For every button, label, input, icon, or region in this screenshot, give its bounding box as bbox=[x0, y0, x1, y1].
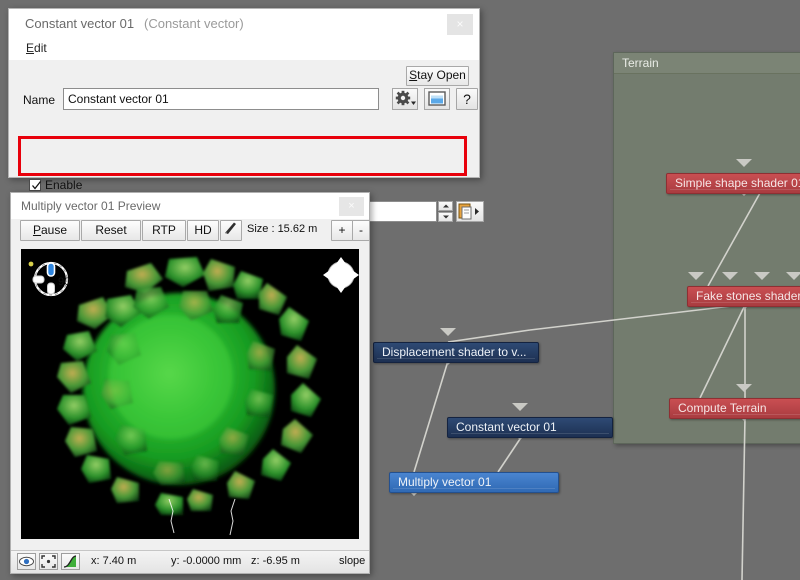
name-input[interactable] bbox=[63, 88, 379, 110]
preview-size-label: Size : 15.62 m bbox=[247, 223, 318, 235]
node-label: Compute Terrain bbox=[678, 401, 767, 415]
brush-button[interactable] bbox=[220, 220, 242, 241]
menu-item-edit[interactable]: Edit bbox=[23, 39, 50, 57]
dialog-title: Constant vector 01 bbox=[25, 16, 135, 31]
crosshair-fit-icon bbox=[41, 555, 56, 568]
chevron-right-icon bbox=[475, 208, 479, 215]
node-label: Constant vector 01 bbox=[456, 420, 557, 434]
node-sheen bbox=[691, 302, 800, 303]
zoom-out-button[interactable]: - bbox=[352, 220, 370, 241]
dialog-titlebar[interactable]: Constant vector 01 (Constant vector) × bbox=[9, 9, 479, 39]
eye-button[interactable] bbox=[17, 553, 36, 570]
clipboard-icon bbox=[458, 203, 479, 220]
fit-view-button[interactable] bbox=[39, 553, 58, 570]
preview-window[interactable]: Multiply vector 01 Preview × Pause Reset… bbox=[10, 192, 370, 574]
pan-gizmo-right[interactable] bbox=[322, 256, 359, 294]
node-compute-terrain[interactable]: Compute Terrain bbox=[669, 398, 800, 419]
name-label: Name bbox=[23, 93, 56, 107]
node-sheen bbox=[451, 433, 609, 434]
enable-label: Enable bbox=[45, 178, 83, 192]
node-multiply-vector-01[interactable]: Multiply vector 01 bbox=[389, 472, 559, 493]
preview-window-icon bbox=[428, 91, 446, 106]
clipboard-dropdown-button[interactable] bbox=[456, 201, 484, 222]
gear-icon bbox=[395, 90, 416, 106]
curve-button[interactable] bbox=[61, 553, 80, 570]
node-port[interactable] bbox=[722, 272, 738, 280]
eye-icon bbox=[19, 556, 34, 567]
slope-label: slope bbox=[339, 555, 366, 567]
rtp-button[interactable]: RTP bbox=[142, 220, 186, 241]
dialog-subtitle: (Constant vector) bbox=[144, 16, 244, 31]
gear-dropdown-button[interactable] bbox=[392, 88, 418, 110]
node-port[interactable] bbox=[754, 272, 770, 280]
gizmo-angle-label: 90 bbox=[58, 276, 70, 288]
hd-button[interactable]: HD bbox=[187, 220, 219, 241]
node-fake-stones-shader[interactable]: Fake stones shader bbox=[687, 286, 800, 307]
brush-icon bbox=[225, 222, 236, 234]
stepper-down[interactable] bbox=[438, 212, 453, 222]
reset-button[interactable]: Reset bbox=[81, 220, 141, 241]
chevron-down-icon bbox=[411, 101, 416, 105]
preview-title: Multiply vector 01 Preview bbox=[21, 199, 161, 213]
node-label: Displacement shader to v... bbox=[382, 345, 527, 359]
close-icon[interactable]: × bbox=[339, 197, 364, 216]
node-sheen bbox=[377, 358, 535, 359]
node-constant-vector-01[interactable]: Constant vector 01 bbox=[447, 417, 613, 438]
node-port[interactable] bbox=[512, 403, 528, 411]
node-port[interactable] bbox=[688, 272, 704, 280]
dialog-body: Stay Open Name Constant vector 01 ? Enab… bbox=[9, 60, 484, 222]
node-port[interactable] bbox=[440, 328, 456, 336]
stay-open-button[interactable]: Stay Open bbox=[406, 66, 469, 86]
coord-z: z: -6.95 m bbox=[251, 555, 300, 567]
preview-toolbar: Pause Reset RTP HD Size : 15.62 m + - bbox=[11, 219, 370, 241]
zoom-in-button[interactable]: + bbox=[331, 220, 353, 241]
node-displacement-shader-to-vector[interactable]: Displacement shader to v... bbox=[373, 342, 539, 363]
preview-titlebar[interactable]: Multiply vector 01 Preview × bbox=[11, 193, 369, 219]
help-button[interactable]: ? bbox=[456, 88, 478, 110]
node-port[interactable] bbox=[736, 384, 752, 392]
coord-x: x: 7.40 m bbox=[91, 555, 137, 567]
checkmark-icon bbox=[32, 181, 42, 190]
node-simple-shape-shader-01[interactable]: Simple shape shader 01 bbox=[666, 173, 800, 194]
preview-status-bar: x: 7.40 m y: -0.0000 mm z: -6.95 m slope bbox=[11, 550, 369, 573]
open-preview-button[interactable] bbox=[424, 88, 450, 110]
node-label: Fake stones shader bbox=[696, 289, 800, 303]
node-sheen bbox=[393, 488, 555, 489]
vector-z-stepper[interactable] bbox=[438, 201, 453, 222]
coord-y: y: -0.0000 mm bbox=[171, 555, 242, 567]
group-panel-terrain[interactable]: Terrain bbox=[613, 52, 800, 444]
node-label: Simple shape shader 01 bbox=[675, 176, 800, 190]
node-label: Multiply vector 01 bbox=[398, 475, 492, 489]
node-sheen bbox=[670, 189, 800, 190]
node-port[interactable] bbox=[786, 272, 800, 280]
dialog-menubar[interactable]: Edit bbox=[9, 39, 479, 60]
pause-button[interactable]: Pause bbox=[20, 220, 80, 241]
curve-icon bbox=[63, 555, 77, 568]
node-sheen bbox=[673, 414, 800, 415]
stepper-up[interactable] bbox=[438, 201, 453, 211]
constant-vector-parameter-dialog[interactable]: Constant vector 01 (Constant vector) × E… bbox=[8, 8, 484, 222]
group-panel-title: Terrain bbox=[614, 53, 800, 74]
close-icon[interactable]: × bbox=[447, 14, 473, 35]
orientation-gizmo-left[interactable]: 90 bbox=[27, 257, 79, 301]
enable-checkbox[interactable] bbox=[29, 179, 42, 191]
preview-render-canvas[interactable]: 90 bbox=[21, 249, 359, 539]
node-port[interactable] bbox=[736, 159, 752, 167]
